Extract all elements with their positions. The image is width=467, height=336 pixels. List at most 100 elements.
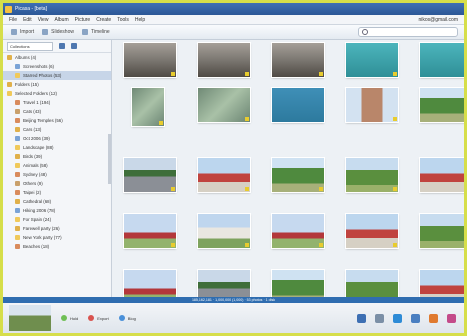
sidebar-item[interactable]: Travel 1 (194): [3, 98, 111, 107]
upload-icon[interactable]: [393, 313, 402, 323]
sidebar-item-label: Albums (4): [15, 55, 37, 60]
menu-album[interactable]: Album: [54, 17, 68, 23]
star-badge-icon: [245, 72, 249, 76]
folder-icon: [15, 208, 20, 213]
sidebar-item-label: Sydney (48): [23, 172, 47, 177]
menu-picture[interactable]: Picture: [75, 17, 91, 23]
sidebar-item-label: Farewell party (26): [23, 226, 60, 231]
photo-thumbnail[interactable]: [124, 214, 176, 248]
sidebar-item[interactable]: Hiking 2006 (78): [3, 206, 111, 215]
star-badge-icon: [171, 72, 175, 76]
folder-icon: [15, 100, 20, 105]
export-button[interactable]: Export: [88, 315, 109, 321]
sidebar-item[interactable]: Screenshots (6): [3, 62, 111, 71]
photo-thumbnail[interactable]: [124, 270, 176, 297]
sidebar-item[interactable]: Birds (39): [3, 152, 111, 161]
sidebar-item[interactable]: Starred Photos (53): [3, 71, 111, 80]
photo-thumbnail[interactable]: [272, 270, 324, 297]
star-badge-icon: [393, 187, 397, 191]
sidebar-header: Collections: [3, 40, 111, 53]
star-badge-icon: [245, 243, 249, 247]
blog-label: Blog: [127, 315, 136, 321]
sidebar-item[interactable]: Cars (13): [3, 125, 111, 134]
photo-thumbnail[interactable]: [346, 270, 398, 297]
star-badge-icon: [171, 187, 175, 191]
sidebar-item[interactable]: Farewell party (26): [3, 224, 111, 233]
sidebar-item[interactable]: For Spain (24): [3, 215, 111, 224]
sidebar-item[interactable]: Folders (15): [3, 80, 111, 89]
sidebar-item[interactable]: Oct 2006 (39): [3, 134, 111, 143]
folder-icon: [7, 82, 12, 87]
menu-create[interactable]: Create: [96, 17, 111, 23]
photo-thumbnail[interactable]: [272, 158, 324, 192]
photo-thumbnail[interactable]: [198, 158, 250, 192]
menu-edit[interactable]: Edit: [23, 17, 32, 23]
sidebar-item[interactable]: Albums (4): [3, 53, 111, 62]
email-icon[interactable]: [357, 313, 366, 323]
photo-thumbnail[interactable]: [132, 88, 164, 126]
sidebar-item[interactable]: Landscape (88): [3, 143, 111, 152]
photo-thumbnail[interactable]: [420, 43, 464, 77]
sidebar-item[interactable]: New York party (77): [3, 233, 111, 242]
menu-tools[interactable]: Tools: [117, 17, 129, 23]
menu-view[interactable]: View: [38, 17, 49, 23]
sidebar-item[interactable]: Taipei (2): [3, 188, 111, 197]
photo-thumbnail[interactable]: [124, 43, 176, 77]
sidebar-item[interactable]: Sydney (48): [3, 170, 111, 179]
photo-thumbnail[interactable]: [272, 88, 324, 122]
menu-help[interactable]: Help: [135, 17, 145, 23]
forward-arrow-icon[interactable]: [71, 43, 77, 49]
photo-thumbnail[interactable]: [346, 88, 398, 122]
sidebar-item-label: Taipei (2): [23, 190, 42, 195]
sidebar-item-label: Travel 1 (194): [23, 100, 51, 105]
print-icon[interactable]: [375, 313, 384, 323]
photo-thumbnail[interactable]: [420, 88, 464, 122]
photo-thumbnail[interactable]: [420, 270, 464, 297]
sidebar-item-label: New York party (77): [23, 235, 62, 240]
star-badge-icon: [319, 187, 323, 191]
slideshow-button[interactable]: Slideshow: [42, 29, 74, 35]
sidebar-item-label: Selected Folders (12): [15, 91, 57, 96]
back-arrow-icon[interactable]: [59, 43, 65, 49]
timeline-button[interactable]: Timeline: [81, 29, 110, 35]
sidebar-item[interactable]: Beijing Temples (56): [3, 116, 111, 125]
photo-thumbnail[interactable]: [272, 214, 324, 248]
folder-icon: [15, 217, 20, 222]
search-input[interactable]: [358, 27, 458, 37]
toolbar: Import Slideshow Timeline: [3, 25, 464, 40]
photo-thumbnail[interactable]: [124, 158, 176, 192]
menu-file[interactable]: File: [9, 17, 17, 23]
collage-icon[interactable]: [429, 313, 438, 323]
hold-button[interactable]: Hold: [61, 315, 78, 321]
photo-thumbnail[interactable]: [346, 43, 398, 77]
sidebar-scrollbar[interactable]: [108, 134, 111, 184]
import-button[interactable]: Import: [11, 29, 34, 35]
window-title: Picasa - [beta]: [15, 6, 47, 12]
photo-gallery: [112, 40, 464, 297]
sidebar-item[interactable]: Others (9): [3, 179, 111, 188]
photo-thumbnail[interactable]: [346, 158, 398, 192]
sidebar-item-label: Birds (39): [23, 154, 43, 159]
account-email[interactable]: nikos@gmail.com: [418, 17, 458, 23]
star-badge-icon: [393, 72, 397, 76]
photo-thumbnail[interactable]: [420, 214, 464, 248]
sidebar-item[interactable]: Beaches (18): [3, 242, 111, 251]
sidebar-item[interactable]: Animals (58): [3, 161, 111, 170]
sidebar-item[interactable]: Cats (43): [3, 107, 111, 116]
blog-icon: [118, 315, 125, 321]
sidebar-item[interactable]: Selected Folders (12): [3, 89, 111, 98]
photo-thumbnail[interactable]: [420, 158, 464, 192]
movie-icon[interactable]: [447, 313, 456, 323]
sidebar-item-label: For Spain (24): [23, 217, 52, 222]
blog-button[interactable]: Blog: [118, 315, 136, 321]
photo-thumbnail[interactable]: [198, 43, 250, 77]
photo-thumbnail[interactable]: [198, 214, 250, 248]
photo-thumbnail[interactable]: [198, 270, 250, 297]
sidebar-item-label: Beijing Temples (56): [23, 118, 63, 123]
photo-thumbnail[interactable]: [346, 214, 398, 248]
collection-select[interactable]: Collections: [7, 41, 53, 51]
photo-thumbnail[interactable]: [198, 88, 250, 122]
photo-thumbnail[interactable]: [272, 43, 324, 77]
sidebar-item[interactable]: Cathedral (68): [3, 197, 111, 206]
order-icon[interactable]: [411, 313, 420, 323]
